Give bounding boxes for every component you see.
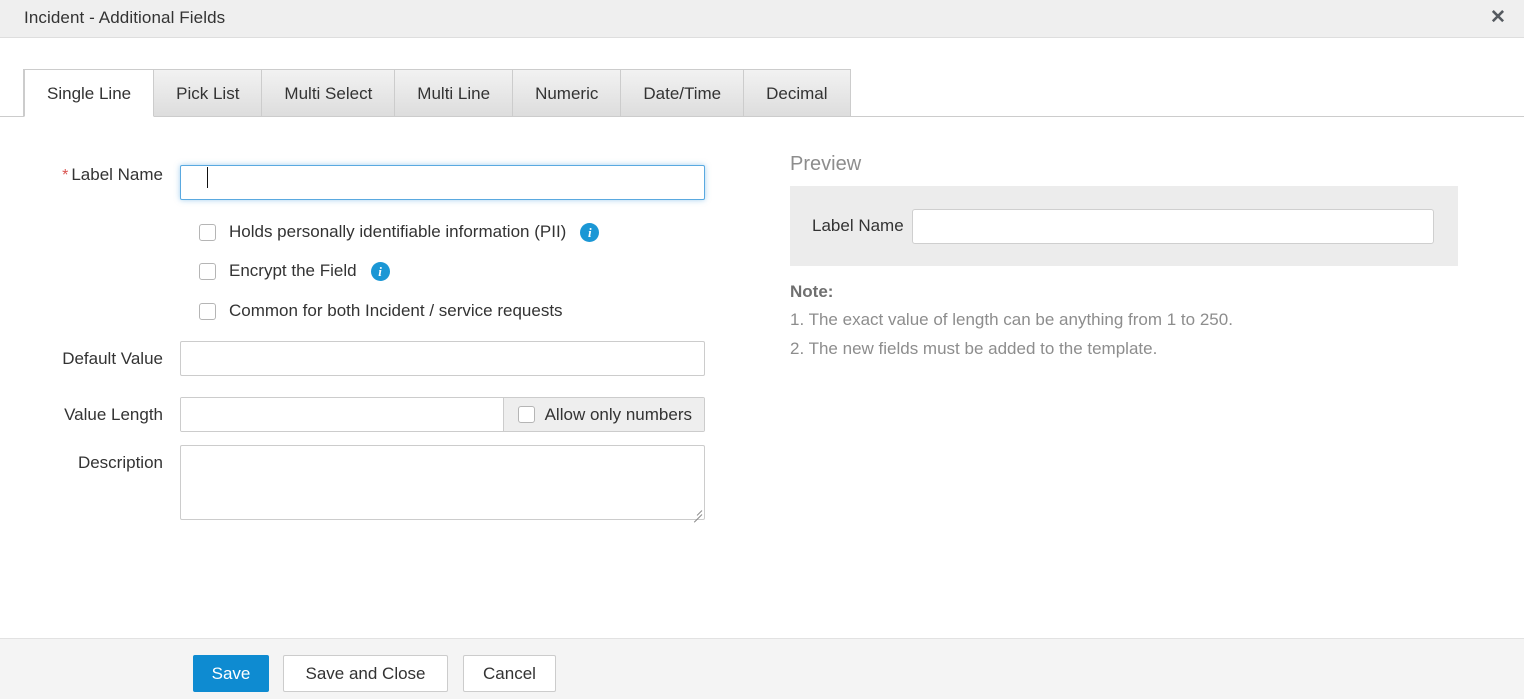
note-title: Note: (790, 282, 833, 302)
required-marker: * (62, 167, 68, 184)
tab-label: Date/Time (643, 84, 721, 103)
common-checkbox[interactable] (199, 303, 216, 320)
label-name-label: *Label Name (0, 165, 180, 185)
tab-label: Multi Line (417, 84, 490, 103)
label-name-text: Label Name (71, 165, 163, 184)
description-textarea[interactable] (180, 445, 705, 520)
save-button[interactable]: Save (193, 655, 269, 692)
label-name-row: *Label Name (0, 165, 705, 200)
default-value-label: Default Value (0, 349, 180, 369)
value-length-input[interactable] (181, 398, 503, 431)
tab-label: Multi Select (284, 84, 372, 103)
tab-single-line[interactable]: Single Line (24, 69, 154, 117)
tab-label: Single Line (47, 84, 131, 103)
tabstrip: Single Line Pick List Multi Select Multi… (0, 69, 1524, 117)
value-length-input-group: Allow only numbers (180, 397, 705, 432)
pii-label: Holds personally identifiable informatio… (229, 222, 566, 242)
tab-label: Numeric (535, 84, 598, 103)
preview-title: Preview (790, 153, 861, 176)
preview-field-input[interactable] (912, 209, 1434, 244)
note-line-2: 2. The new fields must be added to the t… (790, 339, 1157, 359)
allow-only-numbers-checkbox[interactable] (518, 406, 535, 423)
default-value-input[interactable] (180, 341, 705, 376)
common-label: Common for both Incident / service reque… (229, 301, 563, 321)
allow-only-numbers-label: Allow only numbers (545, 405, 692, 425)
checkbox-row-pii[interactable]: Holds personally identifiable informatio… (199, 222, 599, 242)
info-icon[interactable]: i (580, 223, 599, 242)
info-icon[interactable]: i (371, 262, 390, 281)
dialog-body: *Label Name Holds personally identifiabl… (0, 117, 1524, 638)
tab-list: Single Line Pick List Multi Select Multi… (24, 69, 851, 117)
allow-only-numbers-addon[interactable]: Allow only numbers (503, 398, 704, 431)
tab-multi-select[interactable]: Multi Select (262, 69, 395, 117)
dialog-title-bar: Incident - Additional Fields ✕ (0, 0, 1524, 38)
pii-checkbox[interactable] (199, 224, 216, 241)
save-and-close-button[interactable]: Save and Close (283, 655, 448, 692)
checkbox-row-encrypt[interactable]: Encrypt the Field i (199, 261, 390, 281)
note-line-1: 1. The exact value of length can be anyt… (790, 310, 1233, 330)
tab-label: Decimal (766, 84, 827, 103)
tab-decimal[interactable]: Decimal (744, 69, 850, 117)
preview-field-label: Label Name (790, 216, 912, 236)
tab-label: Pick List (176, 84, 239, 103)
checkbox-row-common[interactable]: Common for both Incident / service reque… (199, 301, 563, 321)
encrypt-label: Encrypt the Field (229, 261, 357, 281)
description-row: Description (0, 445, 705, 520)
dialog-footer: Save Save and Close Cancel (0, 638, 1524, 699)
description-textarea-wrap (180, 445, 705, 520)
text-caret (207, 167, 208, 188)
tab-pick-list[interactable]: Pick List (154, 69, 262, 117)
default-value-row: Default Value (0, 341, 705, 376)
close-icon[interactable]: ✕ (1484, 4, 1512, 32)
cancel-button[interactable]: Cancel (463, 655, 556, 692)
encrypt-checkbox[interactable] (199, 263, 216, 280)
page-title: Incident - Additional Fields (24, 8, 225, 28)
value-length-row: Value Length Allow only numbers (0, 397, 705, 432)
tab-date-time[interactable]: Date/Time (621, 69, 744, 117)
label-name-input[interactable] (180, 165, 705, 200)
preview-field-box: Label Name (790, 186, 1458, 266)
description-label: Description (0, 445, 180, 473)
tab-multi-line[interactable]: Multi Line (395, 69, 513, 117)
value-length-label: Value Length (0, 405, 180, 425)
tab-numeric[interactable]: Numeric (513, 69, 621, 117)
